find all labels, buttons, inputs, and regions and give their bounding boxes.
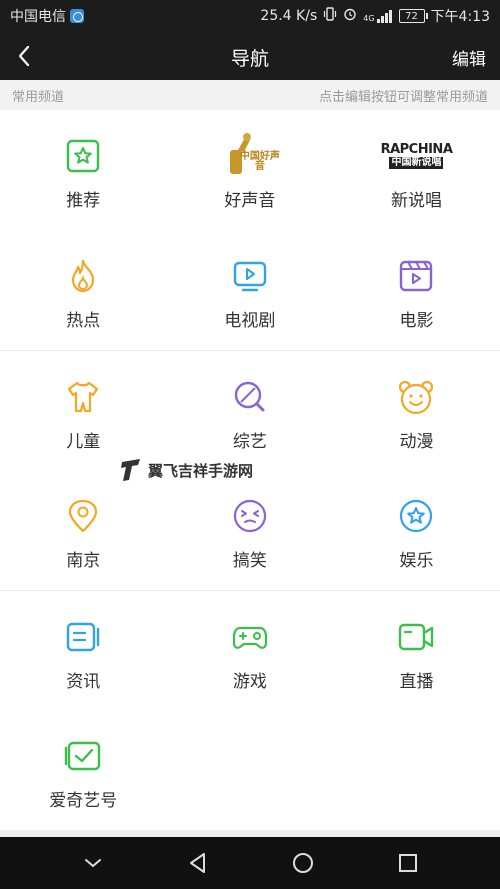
carrier-hd-icon <box>70 9 84 23</box>
channel-row: 热点 电视剧 电影 <box>0 230 500 350</box>
channel-label: 直播 <box>399 672 434 692</box>
section-hint: 点击编辑按钮可调整常用频道 <box>318 89 488 105</box>
section-header: 常用频道 点击编辑按钮可调整常用频道 <box>0 80 500 110</box>
channel-anime[interactable]: 动漫 <box>333 351 500 471</box>
chevron-left-icon <box>18 45 30 67</box>
rap-china-logo-subtext: 中国新说唱 <box>389 157 444 169</box>
film-icon <box>396 256 436 296</box>
edit-button[interactable]: 编辑 <box>452 45 486 70</box>
rap-china-logo-text: RAPCHINA <box>380 142 453 157</box>
carrier-name: 中国电信 <box>10 9 66 25</box>
signal-icon: 4G <box>363 9 392 23</box>
good-voice-logo-text: 中国好声音 <box>239 151 280 172</box>
star-icon <box>63 136 103 176</box>
location-pin-icon <box>63 496 103 536</box>
page-title: 导航 <box>230 48 269 70</box>
check-box-icon <box>63 736 103 776</box>
square-recents-icon <box>398 854 417 872</box>
watermark: 翼飞吉祥手游网 <box>120 458 253 482</box>
hide-nav-button[interactable] <box>73 843 113 883</box>
watermark-logo-icon <box>121 459 140 481</box>
channel-label: 资讯 <box>66 672 101 692</box>
channel-row: 南京 搞笑 娱乐 <box>0 470 500 590</box>
channel-label: 动漫 <box>399 432 434 452</box>
battery-icon: 72 <box>398 9 428 23</box>
channel-funny[interactable]: 搞笑 <box>167 470 334 590</box>
news-icon <box>63 617 103 657</box>
channel-nanjing[interactable]: 南京 <box>0 470 167 590</box>
network-type: 4G <box>363 13 375 23</box>
battery-level: 72 <box>405 10 418 22</box>
channel-label: 综艺 <box>232 432 267 452</box>
clock: 下午4:13 <box>430 9 490 25</box>
section-title: 常用频道 <box>12 89 65 105</box>
nav-recents-button[interactable] <box>388 843 428 883</box>
live-camera-icon <box>396 617 436 657</box>
channel-games[interactable]: 游戏 <box>167 591 334 711</box>
channel-row: 儿童 综艺 动漫 <box>0 350 500 470</box>
channel-row: 推荐 中国好声音 好声音 RAPCHINA 中国新说唱 新说唱 <box>0 110 500 230</box>
good-voice-logo: 中国好声音 <box>220 130 280 180</box>
channel-label: 南京 <box>66 551 101 571</box>
baby-clothes-icon <box>63 377 103 417</box>
back-button[interactable] <box>10 42 38 70</box>
channel-recommend[interactable]: 推荐 <box>0 110 167 230</box>
channel-hot[interactable]: 热点 <box>0 230 167 350</box>
channel-movie[interactable]: 电影 <box>333 230 500 350</box>
channel-iqiyi-account[interactable]: 爱奇艺号 <box>0 710 167 830</box>
channel-kids[interactable]: 儿童 <box>0 351 167 471</box>
channel-news[interactable]: 资讯 <box>0 591 167 711</box>
channel-variety[interactable]: 综艺 <box>167 351 334 471</box>
channel-entertainment[interactable]: 娱乐 <box>333 470 500 590</box>
channel-good-voice[interactable]: 中国好声音 好声音 <box>167 110 334 230</box>
star-circle-icon <box>396 496 436 536</box>
channel-label: 娱乐 <box>399 551 434 571</box>
bottom-divider <box>0 830 500 837</box>
alarm-icon <box>343 7 357 25</box>
channel-live[interactable]: 直播 <box>333 591 500 711</box>
magnifier-icon <box>230 377 270 417</box>
flame-icon <box>63 256 103 296</box>
system-nav-bar <box>0 837 500 889</box>
vibrate-icon <box>323 7 337 25</box>
triangle-back-icon <box>189 853 205 873</box>
network-speed: 25.4 K/s <box>260 8 318 24</box>
tv-icon <box>230 256 270 296</box>
circle-home-icon <box>292 853 313 873</box>
gamepad-icon <box>230 617 270 657</box>
channel-label: 游戏 <box>232 672 267 692</box>
chevron-down-icon <box>84 859 101 867</box>
channel-label: 热点 <box>66 311 101 331</box>
channel-label: 儿童 <box>66 432 101 452</box>
channel-label: 电影 <box>399 311 434 331</box>
channel-label: 推荐 <box>66 191 101 211</box>
nav-bar: 导航 编辑 <box>0 32 500 80</box>
channel-label: 新说唱 <box>390 191 442 211</box>
channel-rap[interactable]: RAPCHINA 中国新说唱 新说唱 <box>333 110 500 230</box>
channel-row: 资讯 游戏 直播 <box>0 590 500 710</box>
nav-home-button[interactable] <box>283 843 323 883</box>
channel-tv-series[interactable]: 电视剧 <box>167 230 334 350</box>
channel-label: 好声音 <box>224 191 276 211</box>
bear-face-icon <box>396 377 436 417</box>
watermark-text: 翼飞吉祥手游网 <box>148 461 254 480</box>
funny-face-icon <box>230 496 270 536</box>
channel-label: 电视剧 <box>224 311 276 331</box>
channel-label: 爱奇艺号 <box>49 791 118 811</box>
channel-row: 爱奇艺号 <box>0 710 500 830</box>
status-bar: 中国电信 25.4 K/s 4G 72 下午4:13 <box>0 0 500 32</box>
channel-label: 搞笑 <box>232 551 267 571</box>
nav-back-button[interactable] <box>178 843 218 883</box>
rap-china-logo: RAPCHINA 中国新说唱 <box>380 136 453 176</box>
